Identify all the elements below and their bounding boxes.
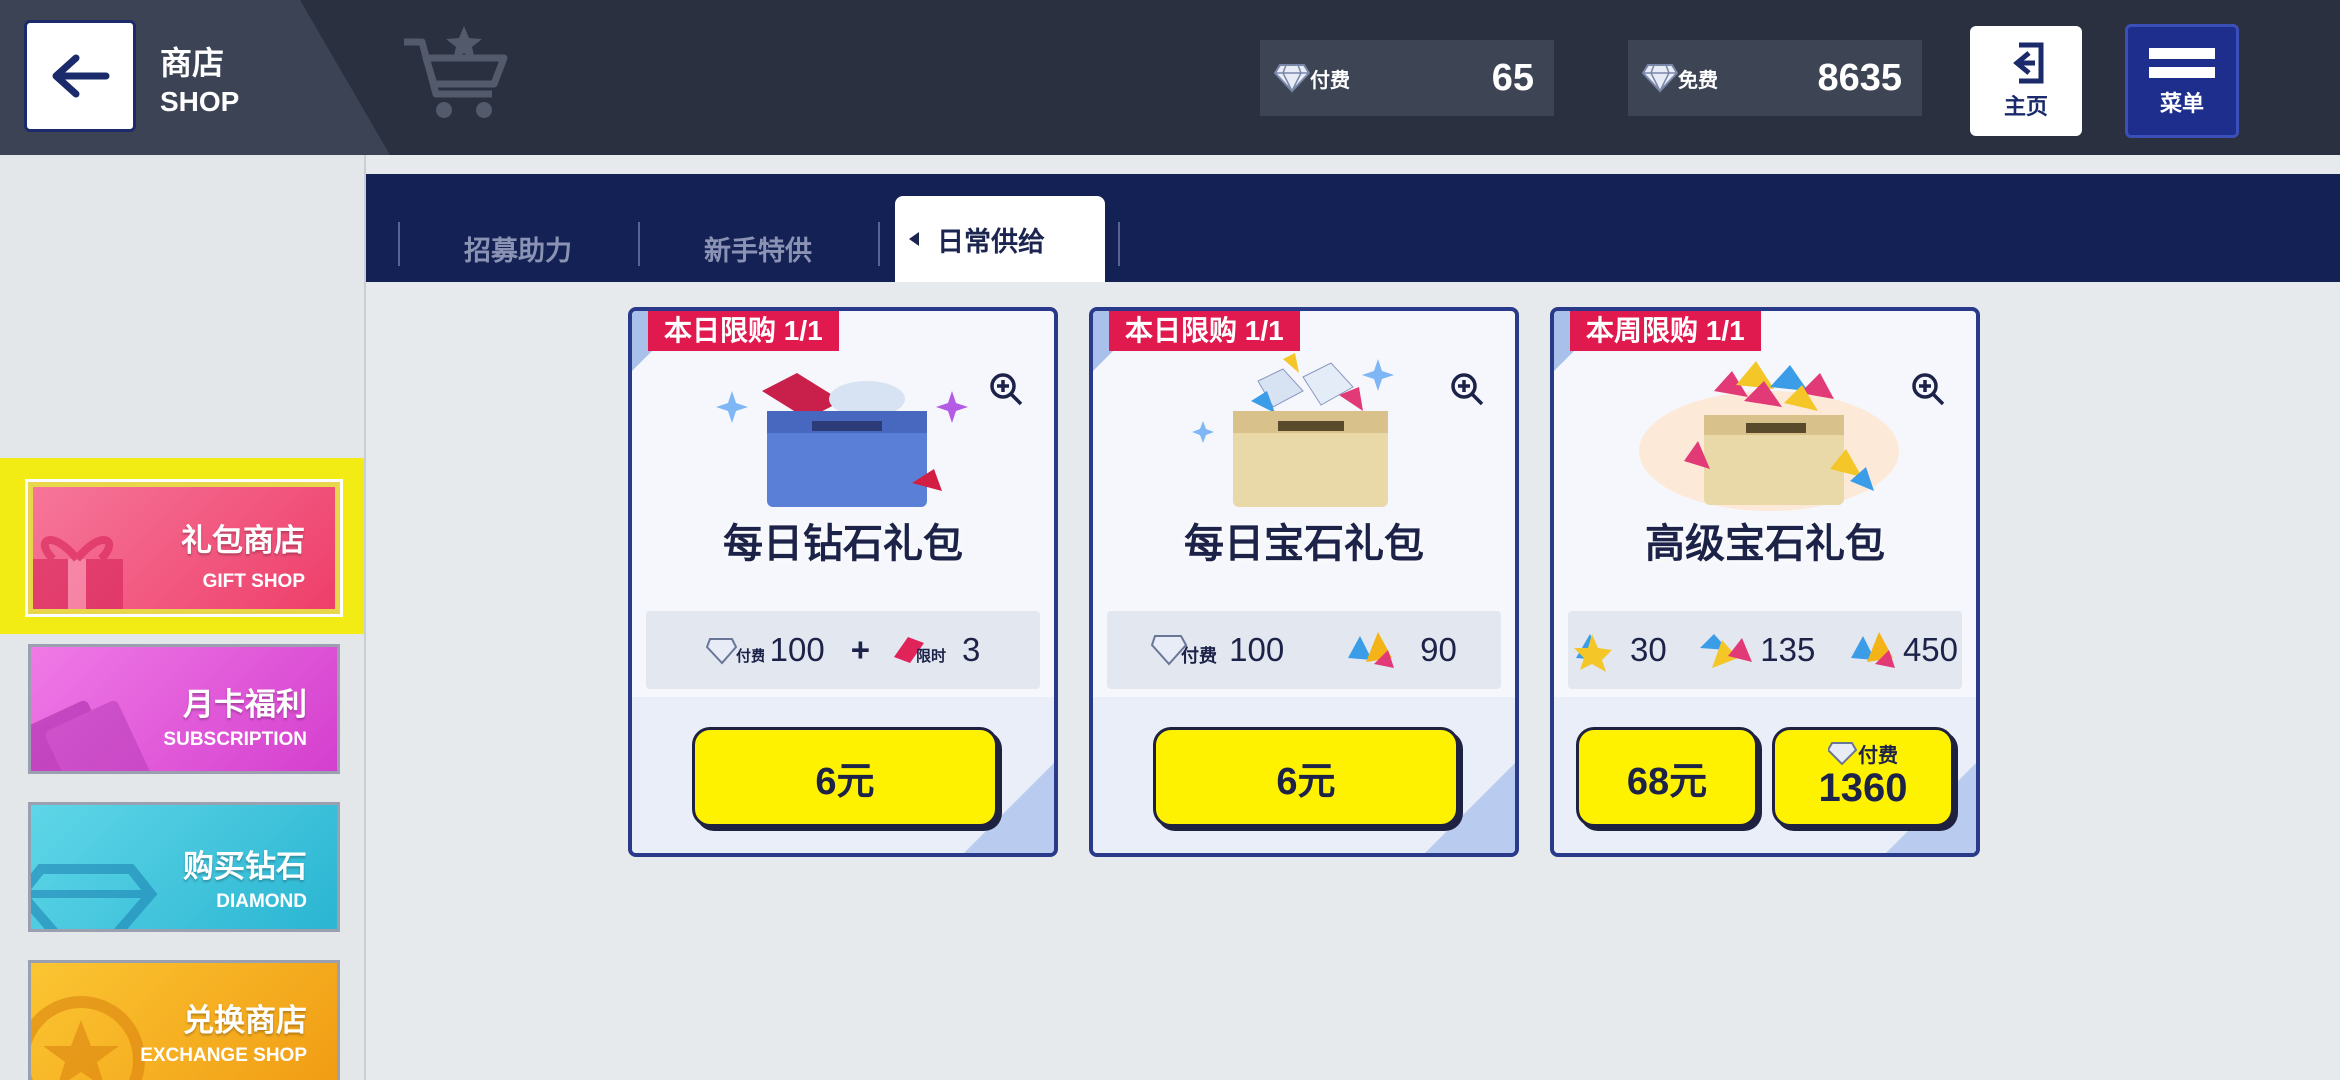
gift-icon — [33, 536, 123, 609]
product-card[interactable]: 本日限购 1/1 每日钻石礼包 付费 100 + 限时 3 6元 — [628, 307, 1058, 857]
zoom-icon[interactable] — [1449, 371, 1485, 407]
sidebar-item-sublabel: EXCHANGE SHOP — [140, 1045, 307, 1066]
paid-diamond-icon: 付费 — [705, 638, 764, 665]
diamond-icon — [31, 864, 158, 929]
cart-icon — [404, 26, 508, 118]
purchase-limit-badge: 本日限购 1/1 — [1109, 311, 1300, 351]
product-name: 高级宝石礼包 — [1645, 522, 1885, 566]
sidebar-item-label: 礼包商店 — [181, 523, 305, 558]
tab-newbie-special[interactable]: 新手特供 — [704, 214, 812, 282]
multi-gem-icon — [1700, 634, 1753, 668]
caret-left-icon — [909, 232, 919, 246]
diamond-icon — [1642, 64, 1678, 93]
content-value: 100 — [1229, 631, 1285, 668]
content-value: 3 — [961, 631, 981, 668]
buy-with-diamond-button[interactable]: 付费 1360 — [1772, 727, 1954, 827]
home-button[interactable]: 主页 — [1970, 26, 2082, 136]
svg-text:付费: 付费 — [1181, 645, 1217, 667]
paid-diamond-icon — [1828, 742, 1858, 766]
sidebar-item-gift-shop[interactable]: 礼包商店 GIFT SHOP — [25, 479, 343, 617]
sidebar-item-sublabel: SUBSCRIPTION — [163, 729, 307, 750]
sidebar-item-sublabel: DIAMOND — [216, 891, 307, 912]
currency-amount: 8635 — [1817, 56, 1902, 99]
premium-gem-box-illustration — [1639, 361, 1899, 511]
product-contents: 付费 100 + 限时 3 — [646, 611, 1040, 689]
tab-daily-supply[interactable]: 日常供给 — [895, 196, 1105, 282]
home-label: 主页 — [2003, 94, 2048, 119]
svg-text:付费: 付费 — [736, 647, 764, 665]
content-item: 付费 100 — [1151, 630, 1284, 670]
product-card[interactable]: 本日限购 1/1 每日宝石礼包 付费 100 90 6元 — [1089, 307, 1519, 857]
content-item: 30 — [1572, 628, 1667, 672]
gem-box-illustration — [1192, 353, 1394, 507]
sidebar-item-label: 月卡福利 — [183, 687, 307, 722]
content-item: 135 — [1698, 628, 1815, 672]
currency-tag: 付费 — [1310, 69, 1350, 92]
menu-icon — [2149, 48, 2215, 59]
currency-tag: 免费 — [1678, 69, 1718, 92]
sidebar-item-exchange-shop[interactable]: 兑换商店 EXCHANGE SHOP — [28, 960, 340, 1080]
sidebar-item-diamond[interactable]: 购买钻石 DIAMOND — [28, 802, 340, 932]
product-card[interactable]: 本周限购 1/1 高级宝石礼包 30 135 450 68元 付费 1360 — [1550, 307, 1980, 857]
buy-button[interactable]: 68元 — [1576, 727, 1758, 827]
product-name: 每日钻石礼包 — [723, 522, 963, 566]
sidebar-item-label: 兑换商店 — [183, 1003, 307, 1038]
content-item: 450 — [1847, 628, 1958, 672]
buy-button[interactable]: 6元 — [692, 727, 998, 827]
diamond-box-illustration — [716, 373, 968, 507]
paid-currency: 付费 65 — [1260, 40, 1554, 116]
purchase-limit-badge: 本周限购 1/1 — [1570, 311, 1761, 351]
sidebar-item-sublabel: GIFT SHOP — [202, 571, 305, 592]
tab-strip: 招募助力 新手特供 — [366, 174, 2340, 282]
content-item: 限时 3 — [890, 631, 980, 669]
back-arrow-icon — [52, 54, 110, 98]
tab-recruit-boost[interactable]: 招募助力 — [464, 214, 572, 282]
page-subtitle: SHOP — [160, 86, 240, 117]
menu-button[interactable]: 菜单 — [2125, 24, 2239, 138]
price-value: 1360 — [1818, 765, 1908, 810]
plus-sign: + — [850, 631, 870, 668]
content-item: 90 — [1344, 628, 1457, 672]
buy-button[interactable]: 6元 — [1153, 727, 1459, 827]
gold-gem-icon — [1574, 634, 1612, 672]
product-contents: 30 135 450 — [1568, 611, 1962, 689]
limited-ticket-icon: 限时 — [893, 637, 946, 665]
page-title: 商店 — [160, 45, 225, 81]
content-item: 付费 100 — [705, 631, 825, 669]
back-button[interactable] — [24, 20, 136, 132]
gem-icon — [1348, 632, 1395, 668]
top-bar: 商店 SHOP 付费 65 免费 8635 主页 菜单 — [0, 0, 2340, 155]
svg-text:限时: 限时 — [916, 647, 946, 665]
paid-diamond-icon: 付费 — [1151, 635, 1217, 667]
sidebar-item-subscription[interactable]: 月卡福利 SUBSCRIPTION — [28, 644, 340, 774]
zoom-icon[interactable] — [1910, 371, 1946, 407]
sidebar-item-label: 购买钻石 — [183, 849, 307, 884]
price-tag: 付费 — [1858, 744, 1898, 767]
zoom-icon[interactable] — [988, 371, 1024, 407]
content-value: 90 — [1420, 631, 1457, 668]
purchase-limit-badge: 本日限购 1/1 — [648, 311, 839, 351]
menu-label: 菜单 — [2159, 91, 2204, 116]
card-icon — [31, 700, 157, 771]
product-name: 每日宝石礼包 — [1184, 522, 1424, 566]
content-value: 450 — [1902, 631, 1958, 668]
diamond-icon — [1274, 64, 1310, 93]
free-currency: 免费 8635 — [1628, 40, 1922, 116]
gem-icon — [1850, 632, 1895, 668]
exit-icon — [2013, 42, 2044, 84]
product-contents: 付费 100 90 — [1107, 611, 1501, 689]
content-value: 30 — [1630, 631, 1667, 668]
content-value: 135 — [1760, 631, 1816, 668]
tab-label: 日常供给 — [937, 226, 1045, 257]
content-value: 100 — [769, 631, 825, 668]
currency-amount: 65 — [1491, 56, 1534, 99]
